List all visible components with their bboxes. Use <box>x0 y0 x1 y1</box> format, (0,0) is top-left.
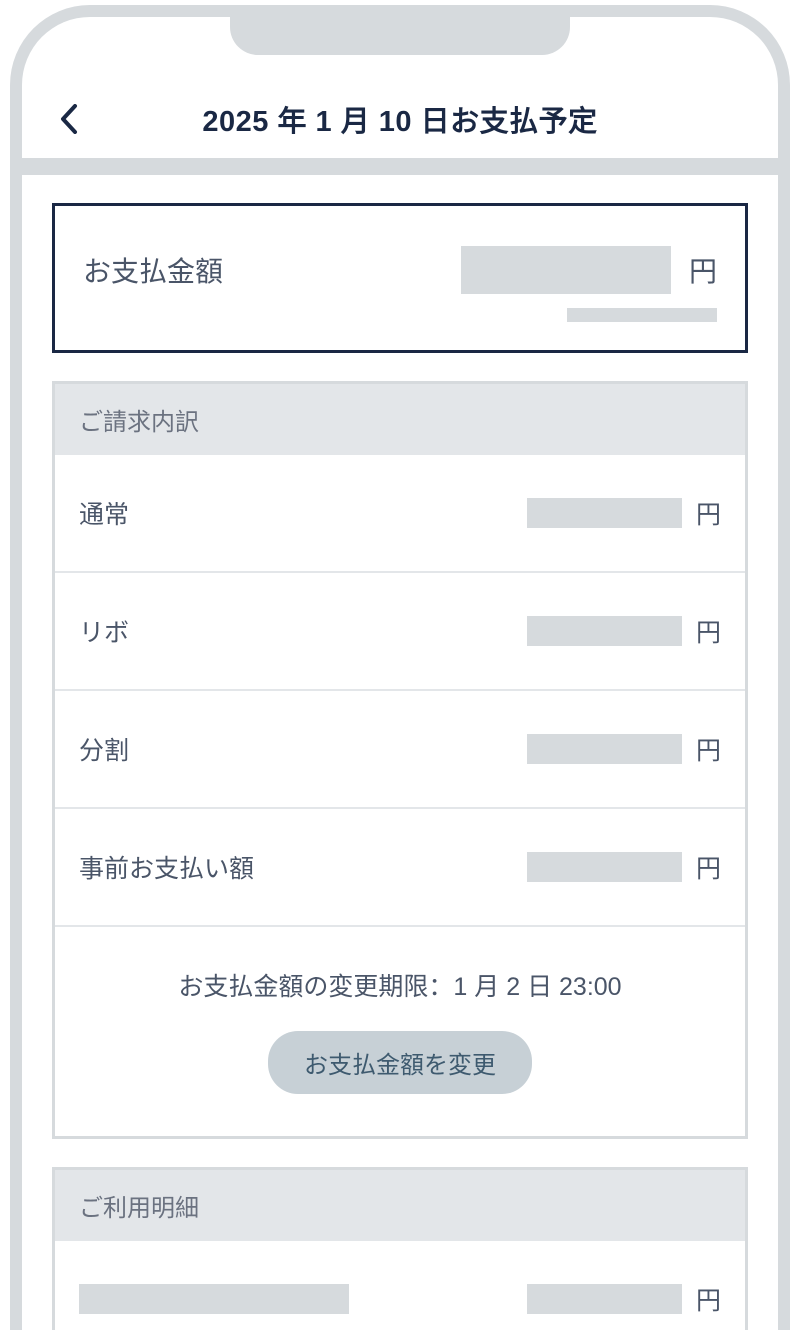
breakdown-row-amount: 円 <box>527 849 721 885</box>
breakdown-row-amount: 円 <box>527 495 721 531</box>
breakdown-row-amount: 円 <box>527 613 721 649</box>
amount-placeholder <box>527 734 682 764</box>
amount-placeholder <box>527 616 682 646</box>
usage-amount-placeholder <box>527 1284 682 1314</box>
deadline-section: お支払金額の変更期限：1 月 2 日 23:00 お支払金額を変更 <box>55 927 745 1136</box>
breakdown-header: ご請求内訳 <box>55 384 745 455</box>
breakdown-row-unit: 円 <box>696 731 721 767</box>
usage-unit: 円 <box>696 1281 721 1317</box>
breakdown-card: ご請求内訳 通常 円 リボ 円 分割 <box>52 381 748 1139</box>
change-payment-button[interactable]: お支払金額を変更 <box>268 1031 532 1094</box>
payment-sub-row <box>83 308 717 322</box>
usage-row: 円 <box>55 1241 745 1330</box>
breakdown-row-unit: 円 <box>696 613 721 649</box>
page-title: 2025 年 1 月 10 日お支払予定 <box>202 98 597 140</box>
breakdown-row: 事前お支払い額 円 <box>55 809 745 927</box>
chevron-left-icon <box>60 104 78 134</box>
payment-total-row: お支払金額 円 <box>83 246 717 294</box>
content-area: お支払金額 円 ご請求内訳 通常 円 <box>22 203 778 1330</box>
app-screen: 2025 年 1 月 10 日お支払予定 お支払金額 円 ご請求内訳 <box>22 17 778 1330</box>
usage-amount: 円 <box>527 1281 721 1317</box>
amount-placeholder <box>527 498 682 528</box>
payment-total-amount: 円 <box>461 246 717 294</box>
breakdown-row-label: リボ <box>79 613 129 649</box>
breakdown-row: リボ 円 <box>55 573 745 691</box>
breakdown-row: 通常 円 <box>55 455 745 573</box>
breakdown-row-label: 事前お支払い額 <box>79 849 254 885</box>
amount-placeholder <box>527 852 682 882</box>
header-divider <box>22 158 778 175</box>
breakdown-row: 分割 円 <box>55 691 745 809</box>
payment-amount-placeholder <box>461 246 671 294</box>
payment-sub-placeholder <box>567 308 717 322</box>
back-button[interactable] <box>52 102 86 136</box>
payment-total-card: お支払金額 円 <box>52 203 748 353</box>
breakdown-row-unit: 円 <box>696 495 721 531</box>
phone-frame: 2025 年 1 月 10 日お支払予定 お支払金額 円 ご請求内訳 <box>10 5 790 1330</box>
usage-label-placeholder <box>79 1284 349 1314</box>
payment-total-unit: 円 <box>689 250 717 290</box>
breakdown-row-label: 通常 <box>79 495 129 531</box>
page-header: 2025 年 1 月 10 日お支払予定 <box>22 102 778 158</box>
breakdown-row-unit: 円 <box>696 849 721 885</box>
deadline-text: お支払金額の変更期限：1 月 2 日 23:00 <box>79 967 721 1003</box>
payment-total-label: お支払金額 <box>83 250 223 290</box>
usage-header: ご利用明細 <box>55 1170 745 1241</box>
usage-card: ご利用明細 円 <box>52 1167 748 1330</box>
breakdown-row-amount: 円 <box>527 731 721 767</box>
breakdown-row-label: 分割 <box>79 731 129 767</box>
